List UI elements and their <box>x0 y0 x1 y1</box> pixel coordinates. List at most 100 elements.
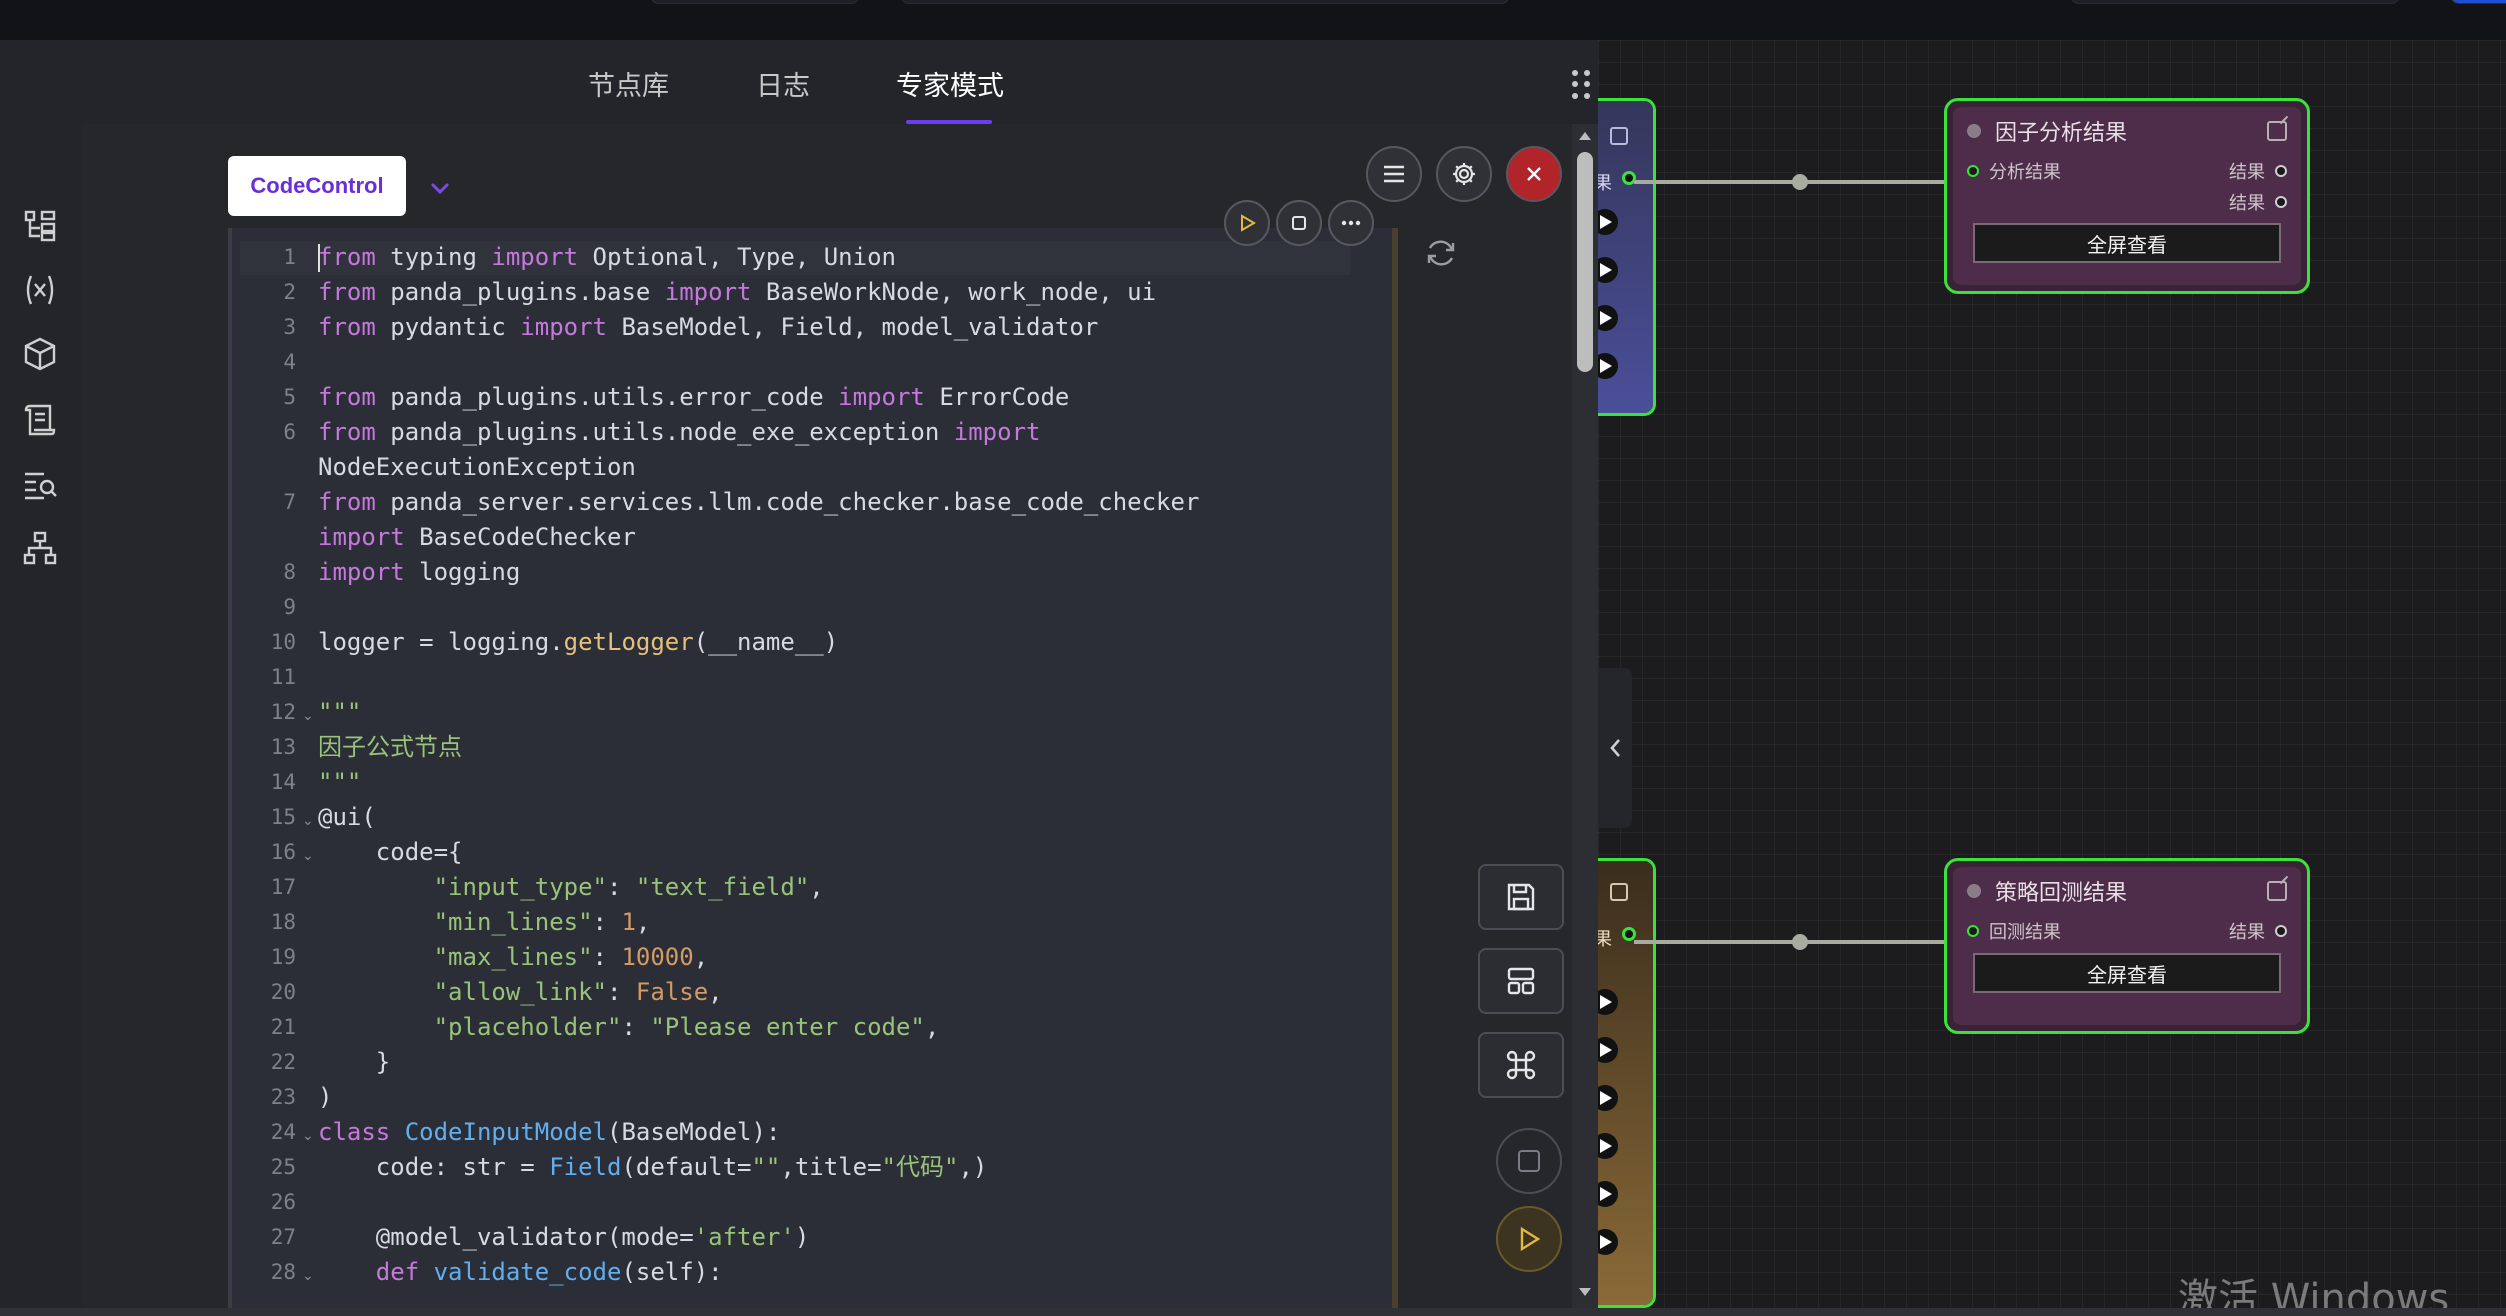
scroll-icon[interactable] <box>22 402 58 438</box>
layout-button[interactable] <box>1478 948 1564 1014</box>
code-line: """ <box>318 768 362 796</box>
top-pill-3[interactable] <box>2070 0 2400 4</box>
wire-midpoint[interactable] <box>1792 934 1808 950</box>
fullscreen-view-button[interactable]: 全屏查看 <box>1973 953 2281 993</box>
refresh-icon[interactable] <box>1424 236 1458 270</box>
fold-icon[interactable]: ⌄ <box>302 813 314 829</box>
line-number: 9 <box>283 595 296 619</box>
scroll-down-icon[interactable] <box>1578 1286 1592 1298</box>
drag-handle-icon[interactable] <box>1572 70 1592 100</box>
line-number: 23 <box>270 1085 296 1109</box>
wire-midpoint[interactable] <box>1792 174 1808 190</box>
close-button[interactable] <box>1506 146 1562 202</box>
tab-node-library[interactable]: 节点库 <box>588 64 669 103</box>
code-line: "input_type": "text_field", <box>433 873 824 901</box>
tab-logs[interactable]: 日志 <box>756 64 810 103</box>
code-line: ) <box>318 1083 333 1111</box>
edit-icon[interactable] <box>2267 121 2287 141</box>
edit-icon[interactable] <box>1610 883 1628 901</box>
input-label: 分析结果 <box>1989 162 2061 183</box>
gear-icon <box>1453 163 1475 185</box>
more-button[interactable] <box>1328 200 1374 246</box>
tab-expert-mode[interactable]: 专家模式 <box>896 64 1004 103</box>
code-line: @model_validator(mode='after') <box>318 1223 810 1251</box>
save-button[interactable] <box>1478 864 1564 930</box>
menu-button[interactable] <box>1366 146 1422 202</box>
line-number: 14 <box>270 770 296 794</box>
run-button[interactable] <box>1224 200 1270 246</box>
top-pill-1[interactable] <box>650 0 860 4</box>
left-node-bottom[interactable]: 果 <box>1592 858 1656 1308</box>
line-number: 27 <box>270 1225 296 1249</box>
fold-icon[interactable]: ⌄ <box>302 1128 314 1144</box>
output-pin[interactable] <box>2275 196 2287 208</box>
chevron-left-icon <box>1610 739 1620 757</box>
code-line: from panda_server.services.llm.code_chec… <box>318 488 1200 516</box>
line-number: 15 <box>270 805 296 829</box>
line-number: 1 <box>283 245 296 269</box>
line-number: 3 <box>283 315 296 339</box>
line-number: 24 <box>270 1120 296 1144</box>
edit-icon[interactable] <box>2267 881 2287 901</box>
code-line: @ui( <box>318 803 376 831</box>
sidebar <box>0 124 82 1308</box>
chevron-down-icon[interactable] <box>428 176 452 200</box>
factor-analysis-node[interactable]: 因子分析结果 分析结果 结果 结果 全屏查看 <box>1944 98 2310 294</box>
cube-icon[interactable] <box>22 336 58 372</box>
line-number: 11 <box>270 665 296 689</box>
left-node-top[interactable]: 果 <box>1592 98 1656 416</box>
fold-icon[interactable]: ⌄ <box>302 708 314 724</box>
backtest-result-node[interactable]: 策略回测结果 回测结果 结果 全屏查看 <box>1944 858 2310 1034</box>
collapse-panel-button[interactable] <box>1598 668 1632 828</box>
line-number: 21 <box>270 1015 296 1039</box>
top-pill-4[interactable] <box>2450 0 2506 4</box>
command-icon <box>1506 1050 1536 1080</box>
bottom-strip <box>0 1308 2506 1316</box>
line-number: 25 <box>270 1155 296 1179</box>
edit-icon[interactable] <box>1610 127 1628 145</box>
line-number: 5 <box>283 385 296 409</box>
stop-run-button[interactable] <box>1496 1128 1562 1194</box>
fullscreen-view-button[interactable]: 全屏查看 <box>1973 223 2281 263</box>
output-label: 结果 <box>2229 922 2265 943</box>
fold-icon[interactable]: ⌄ <box>302 848 314 864</box>
code-line: from typing import Optional, Type, Union <box>318 243 896 271</box>
line-number: 7 <box>283 490 296 514</box>
play-icon <box>1520 1226 1541 1252</box>
input-pin[interactable] <box>1967 925 1979 937</box>
output-pin[interactable] <box>2275 165 2287 177</box>
stop-button[interactable] <box>1276 200 1322 246</box>
line-number: 28 <box>270 1260 296 1284</box>
run-all-button[interactable] <box>1496 1206 1562 1272</box>
code-line: 因子公式节点 <box>318 733 462 761</box>
code-editor[interactable]: 1 2 3 4 5 6 7 8 9 10 11 12 ⌄ 13 14 15 ⌄ … <box>228 228 1398 1308</box>
fold-icon[interactable]: ⌄ <box>302 1268 314 1284</box>
output-pin[interactable] <box>1622 927 1636 941</box>
close-icon <box>1527 167 1541 181</box>
more-icon <box>1341 220 1361 226</box>
input-pin[interactable] <box>1967 165 1979 177</box>
panel-scrollbar[interactable] <box>1572 124 1598 1308</box>
scroll-thumb[interactable] <box>1577 152 1593 372</box>
code-control-button[interactable]: CodeControl <box>228 156 406 216</box>
code-line: "allow_link": False, <box>433 978 723 1006</box>
top-pill-2[interactable] <box>900 0 1510 4</box>
line-number: 6 <box>283 420 296 444</box>
hierarchy-icon[interactable] <box>22 530 58 566</box>
status-dot <box>1967 884 1981 898</box>
shortcut-button[interactable] <box>1478 1032 1564 1098</box>
search-list-icon[interactable] <box>22 466 58 502</box>
line-number: 13 <box>270 735 296 759</box>
node-title: 策略回测结果 <box>1995 881 2128 906</box>
node-canvas[interactable]: 果 果 因子分析结果 分析结果 结果 结果 全屏查看 策略回测结果 回测结果 结… <box>1592 40 2506 1308</box>
code-line: """ <box>318 698 362 726</box>
code-line: class CodeInputModel(BaseModel): <box>318 1118 781 1146</box>
variable-icon[interactable] <box>22 272 58 308</box>
line-number: 10 <box>270 630 296 654</box>
output-pin[interactable] <box>2275 925 2287 937</box>
output-label: 结果 <box>2229 193 2265 214</box>
line-number: 20 <box>270 980 296 1004</box>
scroll-up-icon[interactable] <box>1578 130 1592 142</box>
settings-button[interactable] <box>1436 146 1492 202</box>
tree-icon[interactable] <box>22 208 58 244</box>
